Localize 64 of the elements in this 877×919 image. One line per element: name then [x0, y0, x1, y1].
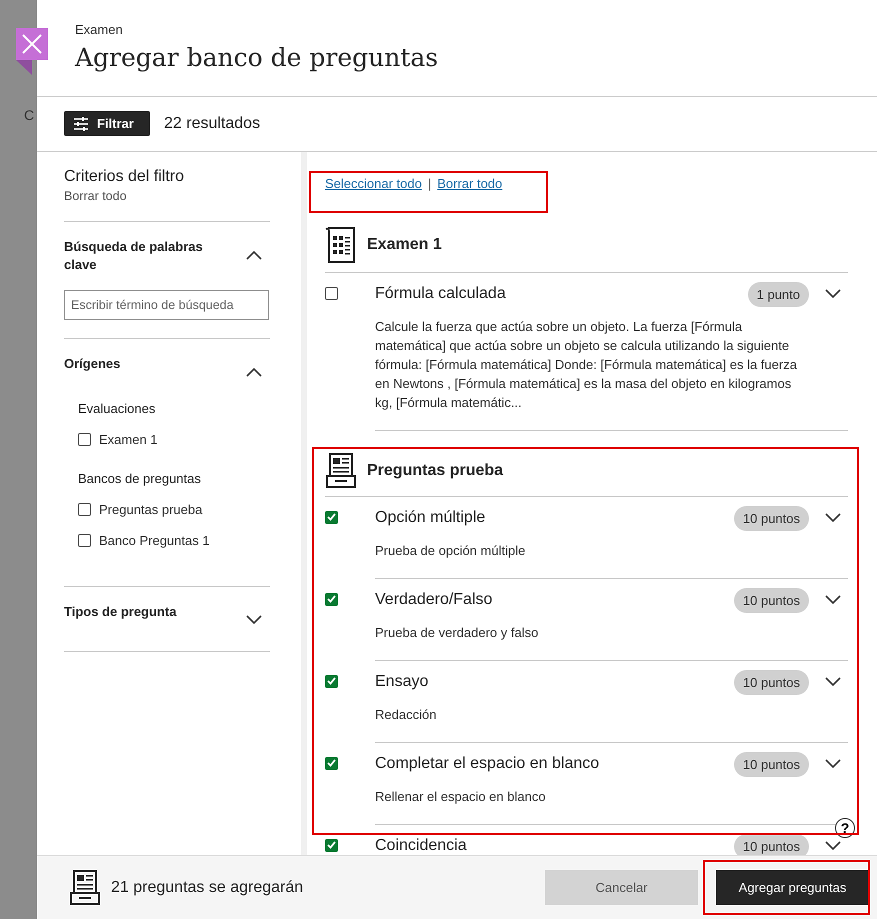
- question-description: Redacción: [375, 706, 438, 724]
- points-badge: 10 puntos: [734, 752, 809, 777]
- cancel-button[interactable]: Cancelar: [545, 870, 698, 906]
- checkbox[interactable]: [325, 838, 338, 852]
- option-label: Examen 1: [99, 432, 158, 447]
- question-title: Fórmula calculada: [375, 285, 507, 304]
- select-all-link[interactable]: Seleccionar todo: [325, 176, 422, 191]
- chevron-up-icon[interactable]: [246, 250, 262, 260]
- question-title: Coincidencia: [375, 837, 468, 856]
- checkbox[interactable]: [78, 534, 91, 547]
- question-title: Completar el espacio en blanco: [375, 755, 600, 774]
- question-description: Prueba de opción múltiple: [375, 542, 526, 560]
- sliders-icon: [73, 116, 89, 131]
- calculator-document-icon: [325, 227, 357, 264]
- question-title: Ensayo: [375, 673, 430, 692]
- clear-all-link[interactable]: Borrar todo: [437, 176, 502, 191]
- selection-summary: 21 preguntas se agregarán: [111, 878, 304, 897]
- add-questions-button[interactable]: Agregar preguntas: [716, 870, 869, 906]
- points-badge: 10 puntos: [734, 506, 809, 531]
- chevron-down-icon[interactable]: [825, 841, 841, 852]
- group-title: Examen 1: [367, 236, 442, 254]
- points-badge: 10 puntos: [734, 670, 809, 695]
- filter-section-title: Búsqueda de palabras clave: [64, 238, 204, 274]
- chevron-down-icon[interactable]: [825, 759, 841, 770]
- chevron-down-icon[interactable]: [825, 595, 841, 606]
- option-label: Banco Preguntas 1: [99, 532, 210, 548]
- points-badge: 10 puntos: [734, 834, 809, 856]
- question-description: Prueba de verdadero y falso: [375, 624, 540, 642]
- background-text: C: [24, 107, 34, 123]
- question-title: Verdadero/Falso: [375, 591, 494, 610]
- filter-button[interactable]: Filtrar: [64, 111, 150, 136]
- chevron-down-icon[interactable]: [825, 677, 841, 688]
- panel-title: Agregar banco de preguntas: [75, 43, 440, 72]
- checkbox[interactable]: [325, 510, 338, 524]
- close-button[interactable]: [16, 28, 48, 75]
- chevron-down-icon[interactable]: [246, 614, 262, 625]
- checkbox[interactable]: [325, 674, 338, 688]
- option-label: Preguntas prueba: [99, 502, 202, 517]
- checkbox[interactable]: [78, 432, 91, 446]
- results-count: 22 resultados: [164, 114, 260, 133]
- checkbox[interactable]: [325, 592, 338, 606]
- filter-heading: Criterios del filtro: [64, 168, 186, 186]
- filter-group-label: Bancos de preguntas: [78, 470, 202, 486]
- question-description: Calcule la fuerza que actúa sobre un objeto. La fuerza [Fórmula matemática] que actúa sobre un objeto se calcula utilizando la siguiente fórmula: [Fórmula matemática] Donde: [Fórmula matemática] es la fuerza en Newtons , [Fórmula matemática] es la masa del objeto en kilogramos kg, [Fórmula matemátic...: [375, 318, 798, 412]
- filter-section-title: Tipos de pregunta: [64, 602, 178, 621]
- chevron-down-icon[interactable]: [825, 513, 841, 524]
- points-badge: 1 punto: [748, 282, 809, 307]
- checkbox[interactable]: [78, 502, 91, 516]
- document-tray-icon: [69, 870, 101, 906]
- search-field[interactable]: Escribir término de búsqueda: [64, 290, 269, 320]
- chevron-down-icon[interactable]: [825, 289, 841, 300]
- filter-group-label: Evaluaciones: [78, 400, 156, 416]
- document-tray-icon: [325, 453, 357, 490]
- checkbox[interactable]: [325, 756, 338, 770]
- breadcrumb: Examen: [75, 22, 124, 37]
- link-separator: |: [428, 176, 432, 191]
- chevron-up-icon[interactable]: [246, 366, 262, 377]
- checkbox[interactable]: [325, 286, 338, 300]
- question-title: Opción múltiple: [375, 509, 486, 528]
- group-title: Preguntas prueba: [367, 462, 504, 480]
- points-badge: 10 puntos: [734, 588, 809, 613]
- clear-filters-link[interactable]: Borrar todo: [64, 188, 270, 203]
- filter-section-title: Orígenes: [64, 354, 122, 373]
- question-description: Rellenar el espacio en blanco: [375, 788, 547, 806]
